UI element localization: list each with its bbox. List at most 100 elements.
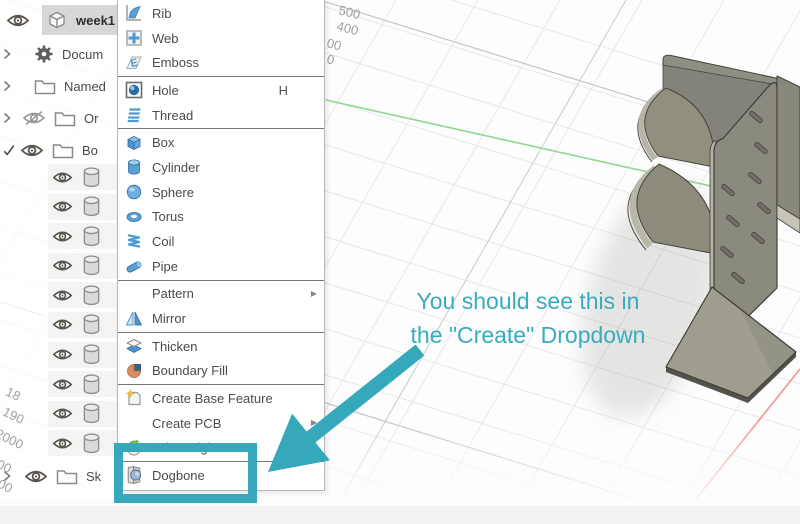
menu-item-box[interactable]: Box	[118, 130, 324, 155]
expand-chevron-icon[interactable]	[2, 111, 16, 125]
row-label: Named	[64, 78, 106, 94]
app-window: 500 400 00 0 18 190 -2000 2100 00 week1 …	[0, 0, 800, 524]
web-icon	[123, 28, 144, 49]
menu-item-thicken[interactable]: Thicken	[118, 334, 324, 359]
visibility-eye-icon[interactable]	[52, 200, 73, 213]
menu-item-mirror[interactable]: Mirror	[118, 306, 324, 331]
browser-body-row[interactable]	[48, 341, 117, 368]
body-cylinder-icon	[81, 343, 102, 366]
boundary-fill-icon	[123, 360, 144, 381]
menu-item-coil[interactable]: Coil	[118, 229, 324, 254]
visibility-eye-icon[interactable]	[52, 348, 73, 361]
menu-item-thread[interactable]: Thread	[118, 103, 324, 128]
browser-row-document-settings[interactable]: Docum	[0, 40, 117, 68]
mirror-icon	[123, 308, 144, 329]
visibility-eye-icon[interactable]	[6, 13, 30, 28]
selected-row-highlight[interactable]: week1	[42, 5, 117, 35]
menu-item-sphere[interactable]: Sphere	[118, 180, 324, 205]
menu-item-hole[interactable]: Hole H	[118, 78, 324, 103]
browser-row-origin[interactable]: Or	[0, 104, 117, 132]
menu-item-label: Create PCB	[152, 415, 222, 431]
browser-row-named-views[interactable]: Named	[0, 72, 117, 100]
create-base-feature-icon	[123, 388, 144, 409]
browser-body-row[interactable]	[48, 282, 117, 309]
browser-body-row[interactable]	[48, 193, 117, 220]
menu-item-torus[interactable]: Torus	[118, 205, 324, 230]
menu-item-pattern[interactable]: Pattern ▶	[118, 282, 324, 307]
menu-item-joint-origin[interactable]: Joint Origin	[118, 436, 324, 461]
torus-icon	[123, 206, 144, 227]
body-cylinder-icon	[81, 166, 102, 189]
expand-chevron-icon[interactable]	[2, 79, 16, 93]
visibility-eye-icon[interactable]	[52, 289, 73, 302]
annotation-note: You should see this in the "Create" Drop…	[393, 284, 663, 352]
visibility-eye-icon[interactable]	[52, 437, 73, 450]
menu-item-pipe[interactable]: Pipe	[118, 254, 324, 279]
menu-item-create-base-feature[interactable]: Create Base Feature	[118, 386, 324, 411]
browser-body-row[interactable]	[48, 164, 117, 190]
visibility-eye-icon[interactable]	[52, 318, 73, 331]
menu-item-rib[interactable]: Rib	[118, 1, 324, 26]
visibility-eye-icon[interactable]	[52, 378, 73, 391]
visibility-eye-icon[interactable]	[52, 171, 73, 184]
menu-item-label: Boundary Fill	[152, 363, 228, 379]
checkmark-icon	[2, 142, 16, 158]
menu-item-label: Thread	[152, 107, 194, 123]
body-cylinder-icon	[81, 284, 102, 307]
svg-text:00: 00	[325, 35, 343, 53]
menu-item-label: Joint Origin	[152, 440, 218, 456]
browser-body-row[interactable]	[48, 223, 117, 250]
menu-item-label: Sphere	[152, 184, 194, 200]
browser-row-root-component[interactable]: week1	[0, 4, 117, 36]
body-cylinder-icon	[81, 254, 102, 277]
folder-icon	[54, 110, 76, 127]
menu-item-dogbone[interactable]: Dogbone	[118, 463, 324, 488]
menu-item-label: Thicken	[152, 338, 198, 354]
gear-icon	[34, 44, 54, 64]
visibility-eye-icon[interactable]	[52, 259, 73, 272]
sphere-icon	[123, 182, 144, 203]
menu-item-label: Rib	[152, 5, 172, 21]
menu-item-web[interactable]: Web	[118, 26, 324, 51]
pipe-icon	[123, 256, 144, 277]
folder-icon	[56, 468, 78, 485]
row-label: Bo	[82, 142, 98, 158]
body-cylinder-icon	[81, 195, 102, 218]
menu-item-boundary-fill[interactable]: Boundary Fill	[118, 359, 324, 384]
emboss-icon: E	[123, 52, 144, 73]
menu-item-label: Pattern	[152, 286, 194, 302]
menu-item-label: Web	[152, 30, 179, 46]
visibility-eye-icon[interactable]	[24, 469, 48, 484]
menu-item-create-pcb[interactable]: Create PCB ▶	[118, 411, 324, 436]
thread-icon	[123, 105, 144, 126]
visibility-eye-icon[interactable]	[52, 230, 73, 243]
visibility-eye-icon[interactable]	[20, 143, 44, 158]
menu-item-label: Mirror	[152, 311, 186, 327]
browser-body-row[interactable]	[48, 430, 117, 457]
expand-chevron-icon[interactable]	[2, 47, 16, 61]
coil-icon	[123, 231, 144, 252]
expand-chevron-icon[interactable]	[2, 469, 16, 483]
menu-item-label: Torus	[152, 209, 184, 225]
submenu-arrow-icon: ▶	[310, 288, 317, 298]
bottom-strip	[0, 506, 800, 524]
row-label: Or	[84, 110, 99, 126]
model-3d[interactable]	[557, 54, 800, 432]
browser-body-row[interactable]	[48, 371, 117, 398]
browser-row-bodies[interactable]: Bo	[0, 136, 117, 164]
body-row-list	[48, 164, 117, 460]
menu-item-label: Hole	[152, 82, 179, 98]
row-label: Sk	[86, 468, 102, 484]
visibility-eye-icon[interactable]	[52, 407, 73, 420]
dogbone-icon	[123, 465, 144, 486]
menu-item-emboss[interactable]: E Emboss	[118, 51, 324, 76]
browser-row-sketches[interactable]: Sk	[0, 462, 117, 490]
box-icon	[123, 132, 144, 153]
visibility-eye-off-icon[interactable]	[22, 110, 46, 126]
browser-body-row[interactable]	[48, 400, 117, 427]
menu-item-label: Cylinder	[152, 159, 200, 175]
menu-item-cylinder[interactable]: Cylinder	[118, 155, 324, 180]
body-cylinder-icon	[81, 313, 102, 336]
browser-body-row[interactable]	[48, 252, 117, 279]
browser-body-row[interactable]	[48, 311, 117, 338]
